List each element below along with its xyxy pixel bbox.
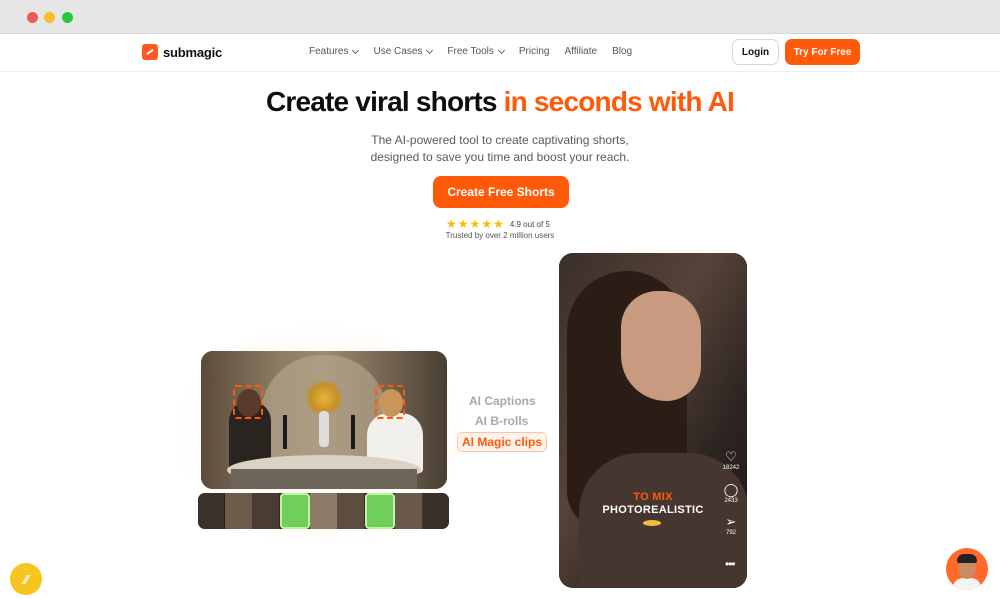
feature-ai-captions[interactable]: AI Captions: [469, 394, 536, 408]
login-button[interactable]: Login: [732, 39, 779, 65]
subtitle-line: The AI-powered tool to create captivatin…: [371, 133, 629, 147]
chevron-down-icon: [426, 46, 434, 54]
short-video-preview[interactable]: TO MIX PHOTOREALISTIC ♡ 18242 ◯ 2433 ➢ 7…: [559, 253, 747, 588]
chat-widget-button[interactable]: ⁄⁄: [10, 563, 42, 595]
logo[interactable]: submagic: [142, 44, 222, 60]
face-tracking-box: [375, 385, 405, 419]
nav-item-label: Features: [309, 46, 349, 57]
browser-chrome: [0, 0, 1000, 34]
clip-frame[interactable]: [422, 493, 449, 529]
hero-headline: Create viral shorts in seconds with AI: [0, 86, 1000, 118]
feature-ai-magic-clips[interactable]: AI Magic clips: [457, 432, 548, 452]
caption-emoji-icon: [643, 520, 661, 526]
top-navigation: submagic Features Use Cases Free Tools P…: [0, 34, 1000, 72]
face-tracking-box: [233, 385, 263, 419]
comment-icon: ◯: [723, 482, 739, 497]
comment-count: 2433: [724, 498, 738, 504]
star-icon: ★: [469, 217, 481, 231]
caption-line-2: PHOTOREALISTIC: [602, 504, 704, 516]
share-action[interactable]: ➢ 792: [722, 514, 740, 537]
nav-item-label: Free Tools: [447, 46, 494, 57]
flowers-image: [303, 381, 345, 415]
subtitle-line: designed to save you time and boost your…: [370, 150, 630, 164]
comment-action[interactable]: ◯ 2433: [722, 482, 740, 505]
logo-text: submagic: [163, 44, 223, 60]
trusted-text: Trusted by over 2 million users: [445, 231, 555, 240]
clip-frame[interactable]: [337, 493, 365, 529]
nav-item-blog[interactable]: Blog: [612, 46, 632, 57]
nav-item-affiliate[interactable]: Affiliate: [564, 46, 597, 57]
demo-video[interactable]: [201, 351, 447, 489]
nav-item-label: Pricing: [518, 46, 550, 57]
nav-item-pricing[interactable]: Pricing: [519, 46, 550, 57]
nav-item-label: Blog: [612, 46, 633, 57]
nav-menu: Features Use Cases Free Tools Pricing Af…: [309, 46, 647, 57]
hero-subtitle: The AI-powered tool to create captivatin…: [300, 132, 700, 166]
nav-item-use-cases[interactable]: Use Cases: [373, 46, 434, 57]
maximize-window-icon[interactable]: [62, 12, 73, 23]
magic-wand-icon: ⁄⁄: [23, 571, 29, 587]
headline-main: Create viral shorts: [265, 86, 504, 117]
clip-filmstrip[interactable]: [198, 493, 449, 529]
like-count: 18242: [722, 465, 740, 471]
try-for-free-button[interactable]: Try For Free: [785, 39, 860, 65]
microphone-image: [351, 415, 355, 449]
clip-frame-selected[interactable]: [364, 493, 396, 529]
more-icon[interactable]: •••: [725, 557, 736, 571]
rating: ★ ★ ★ ★ ★ 4.9 out of 5: [446, 218, 550, 230]
headline-accent: in seconds with AI: [503, 86, 735, 117]
minimize-window-icon[interactable]: [44, 12, 55, 23]
caption-line-1: TO MIX: [633, 491, 673, 503]
nav-item-free-tools[interactable]: Free Tools: [447, 46, 505, 57]
microphone-image: [283, 415, 287, 449]
nav-item-label: Use Cases: [373, 46, 423, 57]
clip-frame[interactable]: [225, 493, 253, 529]
create-free-shorts-button[interactable]: Create Free Shorts: [433, 176, 569, 208]
close-window-icon[interactable]: [27, 12, 38, 23]
star-icon: ★: [493, 217, 504, 231]
nav-item-features[interactable]: Features: [309, 46, 360, 57]
send-icon: ➢: [725, 514, 737, 529]
clip-frame[interactable]: [310, 493, 338, 529]
person-image: [621, 291, 701, 401]
logo-icon: [142, 44, 158, 60]
share-count: 792: [725, 530, 736, 536]
star-icon: ★: [457, 217, 469, 231]
like-action[interactable]: ♡ 18242: [722, 449, 740, 472]
chevron-down-icon: [352, 46, 360, 54]
clip-frame[interactable]: [198, 493, 226, 529]
heart-icon: ♡: [725, 449, 737, 464]
rating-stars: ★ ★ ★ ★ ★: [446, 218, 504, 230]
nav-item-label: Affiliate: [564, 46, 598, 57]
rating-text: 4.9 out of 5: [509, 219, 550, 229]
chevron-down-icon: [497, 46, 505, 54]
star-icon: ★: [481, 217, 493, 231]
clip-frame[interactable]: [395, 493, 423, 529]
star-icon: ★: [446, 217, 457, 231]
support-avatar[interactable]: [946, 548, 988, 590]
clip-frame[interactable]: [252, 493, 280, 529]
clip-frame-selected[interactable]: [279, 493, 311, 529]
feature-ai-b-rolls[interactable]: AI B-rolls: [475, 414, 528, 428]
